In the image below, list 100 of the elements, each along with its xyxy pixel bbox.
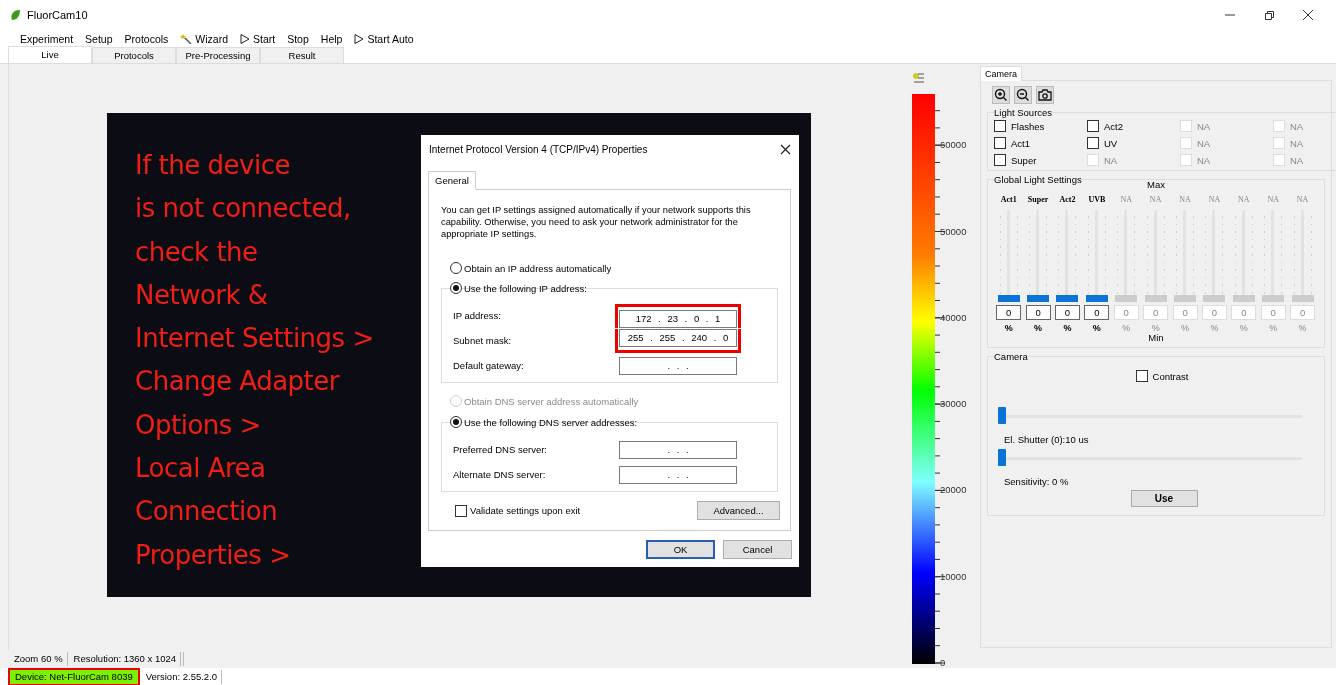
- checkbox[interactable]: [455, 504, 467, 517]
- checkbox-label: NA: [1290, 120, 1304, 132]
- field-label: Default gateway:: [453, 360, 525, 371]
- tab[interactable]: Result: [260, 47, 344, 63]
- value-field[interactable]: 0: [1054, 305, 1080, 320]
- unit-label: %: [1063, 323, 1072, 333]
- tab[interactable]: Pre-Processing: [176, 47, 260, 63]
- value-field[interactable]: 0: [1025, 305, 1051, 320]
- checkbox[interactable]: [994, 154, 1006, 166]
- checkbox-label: NA: [1104, 154, 1118, 166]
- group-title: Camera: [994, 351, 1028, 362]
- group-title: Light Sources: [994, 107, 1053, 118]
- ip-field[interactable]: . . .: [619, 356, 737, 375]
- channel-name: Act1: [1000, 195, 1017, 206]
- unit-label: %: [1181, 323, 1190, 333]
- ip-field[interactable]: . . .: [619, 465, 737, 484]
- unit-label: %: [1269, 323, 1278, 333]
- channel-name: NA: [1179, 195, 1191, 206]
- window-title: FluorCam10: [27, 9, 88, 21]
- slider-label: El. Shutter (0):10 us: [1004, 434, 1090, 445]
- wand-icon: [180, 33, 193, 44]
- radio-label: Use the following IP address:: [464, 282, 587, 294]
- slider-thumb[interactable]: [998, 449, 1006, 466]
- menu-item[interactable]: Help: [314, 32, 349, 45]
- radio-button[interactable]: [450, 416, 462, 428]
- radio-button[interactable]: [450, 262, 462, 274]
- channel-name: UVB: [1088, 195, 1106, 206]
- checkbox-label: NA: [1197, 137, 1211, 149]
- slider-label: Sensitivity: 0 %: [1004, 476, 1070, 487]
- checkbox[interactable]: [994, 137, 1006, 149]
- checkbox-label: NA: [1197, 154, 1211, 166]
- slider-thumb[interactable]: [1056, 295, 1079, 302]
- zoom-in-icon[interactable]: [992, 86, 1010, 104]
- checkbox[interactable]: [1087, 137, 1099, 149]
- unit-label: %: [1239, 323, 1248, 333]
- checkbox-label: Flashes: [1011, 120, 1045, 132]
- tab[interactable]: General: [428, 171, 476, 190]
- checkbox[interactable]: [1135, 370, 1148, 382]
- checkbox-label: NA: [1290, 154, 1304, 166]
- status-text: Zoom 60 %: [8, 652, 68, 666]
- ip-field[interactable]: 255 . 255 . 240 . 0: [619, 328, 737, 347]
- radio-label: Obtain an IP address automatically: [464, 262, 612, 274]
- unit-label: %: [1122, 323, 1131, 333]
- scale-label: 40000: [940, 311, 967, 323]
- tab[interactable]: Live: [8, 46, 92, 63]
- channel-name: NA: [1149, 195, 1162, 206]
- channel-name: Act2: [1059, 195, 1076, 206]
- description-text: You can get IP settings assigned automatically if your network supports this capability. Otherwise, you need to ask your network administrator for the appropriate IP settings.: [441, 204, 752, 240]
- field-label: Alternate DNS server:: [453, 469, 547, 480]
- restore-icon[interactable]: [1263, 9, 1275, 21]
- scale-label: 20000: [940, 484, 967, 496]
- status-text: Resolution: 1360 x 1024: [67, 652, 182, 666]
- tab[interactable]: Camera: [980, 66, 1022, 81]
- checkbox-label: Validate settings upon exit: [470, 505, 581, 516]
- play-icon: [240, 33, 250, 44]
- checkbox-label: Act1: [1011, 137, 1030, 149]
- checkbox[interactable]: [994, 120, 1006, 132]
- slider-thumb[interactable]: [997, 295, 1020, 302]
- ip-field[interactable]: . . .: [619, 440, 737, 459]
- slider-thumb[interactable]: [1085, 295, 1108, 302]
- menu-item[interactable]: Stop: [281, 32, 315, 45]
- dialog-button[interactable]: OK: [646, 540, 715, 559]
- slider-thumb[interactable]: [998, 407, 1006, 424]
- value-field[interactable]: 0: [1084, 305, 1110, 320]
- scale-label: 60000: [940, 139, 967, 151]
- dialog-button[interactable]: Cancel: [723, 540, 792, 559]
- unit-label: %: [1034, 323, 1043, 333]
- unit-label: %: [1210, 323, 1219, 333]
- max-label: Max: [1147, 179, 1165, 190]
- checkbox-label: NA: [1197, 120, 1211, 132]
- menu-item[interactable]: Wizard: [174, 32, 234, 45]
- zoom-out-icon[interactable]: [1014, 86, 1032, 104]
- unit-label: %: [1004, 323, 1013, 333]
- menu-item[interactable]: Start: [234, 32, 282, 45]
- scale-label: 10000: [940, 570, 967, 582]
- checkbox-label: UV: [1104, 137, 1118, 149]
- radio-label: Use the following DNS server addresses:: [464, 416, 638, 428]
- tab[interactable]: Protocols: [92, 47, 176, 63]
- close-icon[interactable]: [1302, 9, 1314, 21]
- channel-name: NA: [1120, 195, 1133, 206]
- checkbox-label: Contrast: [1152, 370, 1189, 382]
- status-text: Device: Net-FluorCam 8039: [8, 667, 140, 685]
- advanced-button[interactable]: Advanced...: [697, 501, 780, 520]
- ip-field[interactable]: 172 . 23 . 0 . 1: [619, 309, 737, 328]
- channel-name: NA: [1238, 195, 1250, 206]
- min-label: Min: [1147, 332, 1165, 343]
- menu-item[interactable]: Protocols: [118, 32, 175, 45]
- checkbox[interactable]: [1087, 120, 1099, 132]
- radio-button[interactable]: [450, 282, 462, 294]
- camera-icon[interactable]: [1036, 86, 1054, 104]
- menu-item[interactable]: Experiment: [14, 32, 80, 45]
- menu-item[interactable]: Setup: [79, 32, 119, 45]
- close-icon[interactable]: [780, 143, 791, 155]
- checkbox-label: Act2: [1104, 120, 1123, 132]
- menu-item[interactable]: Start Auto: [348, 32, 420, 45]
- value-field[interactable]: 0: [996, 305, 1022, 320]
- slider-thumb[interactable]: [1027, 295, 1050, 302]
- use-button[interactable]: Use: [1130, 490, 1198, 507]
- radio-label: Obtain DNS server address automatically: [464, 395, 639, 407]
- unit-label: %: [1298, 323, 1307, 333]
